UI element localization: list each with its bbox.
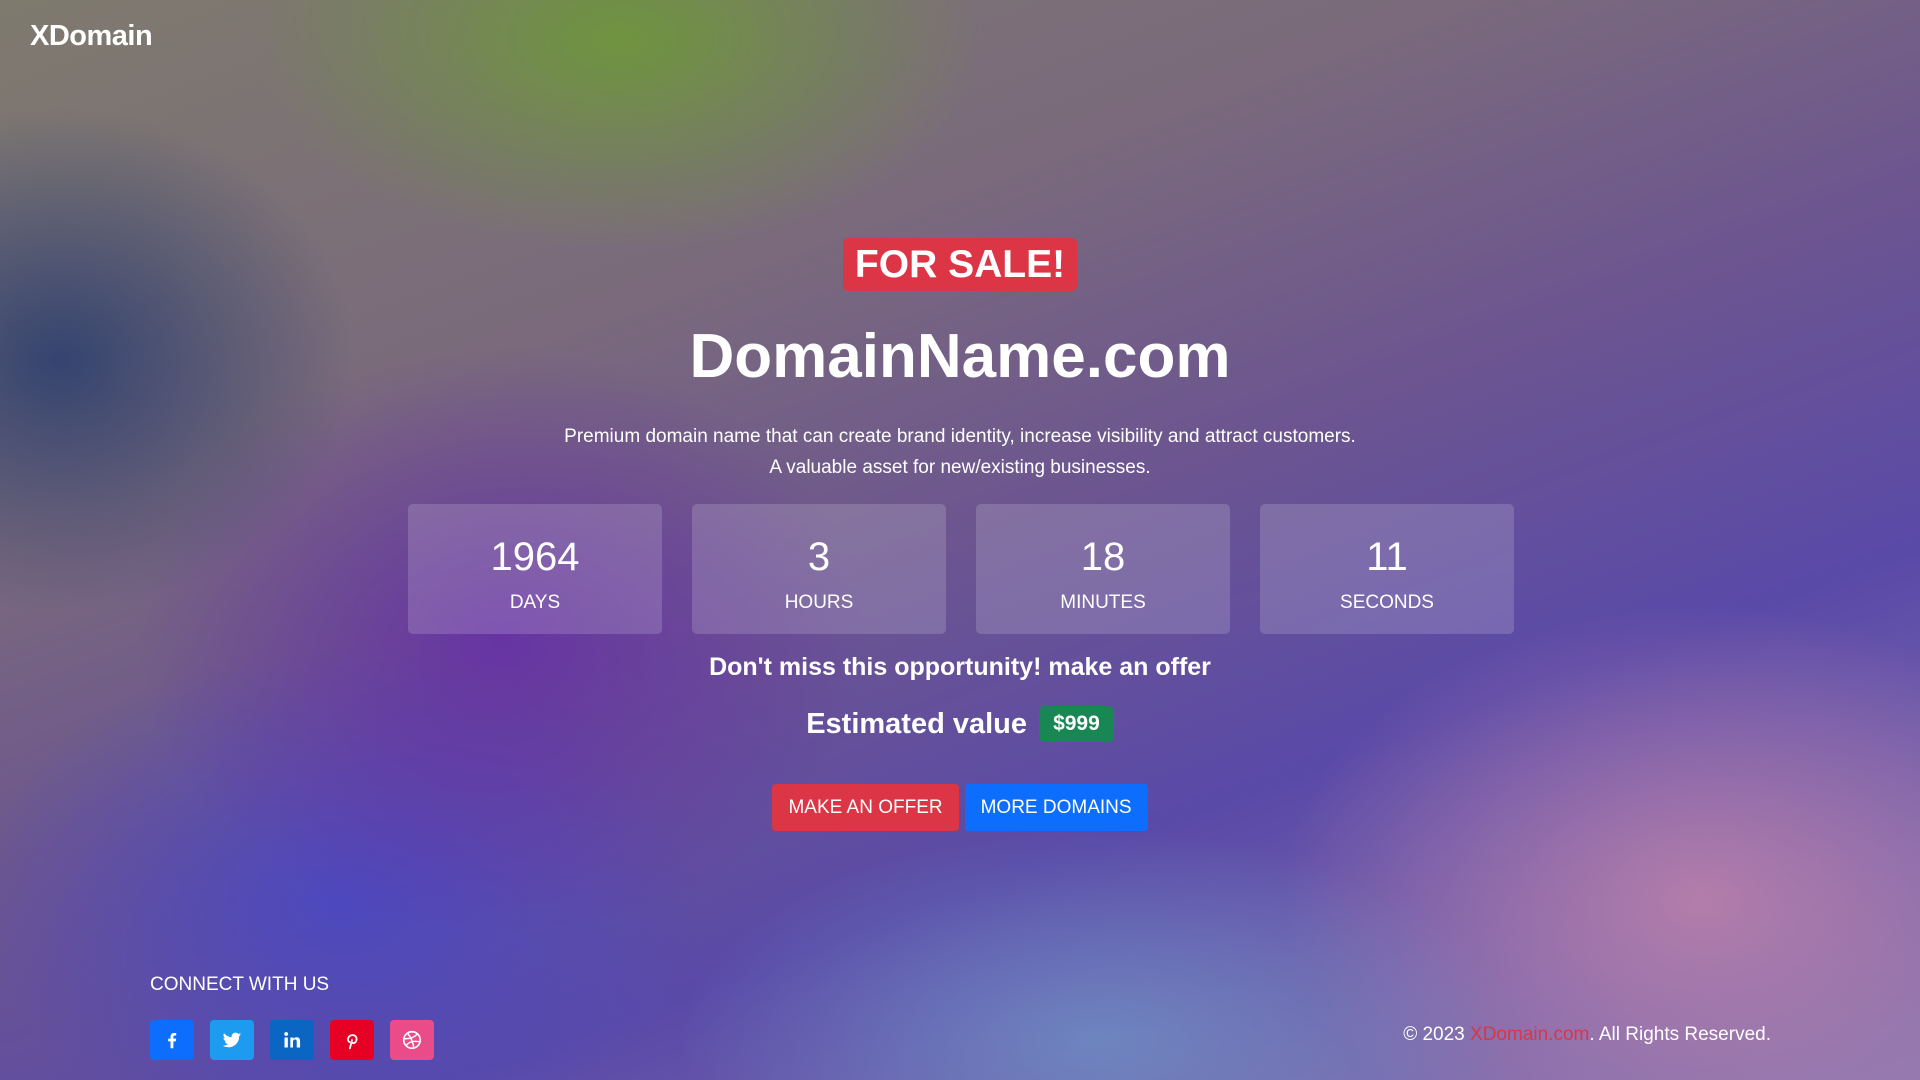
copyright-link[interactable]: XDomain.com	[1470, 1024, 1589, 1045]
countdown-hours: 3 HOURS	[692, 504, 946, 634]
copyright-notice: © 2023 XDomain.com. All Rights Reserved.	[1403, 1024, 1771, 1046]
countdown-seconds: 11 SECONDS	[1260, 504, 1514, 634]
countdown-minutes-value: 18	[1080, 535, 1126, 579]
action-buttons: MAKE AN OFFER MORE DOMAINS	[0, 784, 1920, 831]
twitter-link[interactable]	[210, 1020, 254, 1060]
domain-name-title: DomainName.com	[689, 322, 1231, 391]
connect-title: CONNECT WITH US	[150, 974, 330, 995]
domain-description: Premium domain name that can create bran…	[0, 421, 1920, 483]
site-logo[interactable]: XDomain	[30, 20, 153, 53]
countdown-minutes-label: MINUTES	[1060, 592, 1146, 613]
social-links	[150, 1020, 434, 1060]
linkedin-icon	[284, 1032, 301, 1048]
countdown-minutes: 18 MINUTES	[976, 504, 1230, 634]
countdown-hours-label: HOURS	[784, 592, 854, 613]
countdown-seconds-label: SECONDS	[1340, 592, 1434, 613]
copyright-prefix: © 2023	[1403, 1024, 1465, 1045]
facebook-icon	[168, 1032, 177, 1049]
more-domains-button[interactable]: MORE DOMAINS	[964, 784, 1148, 831]
countdown-timer: 1964 DAYS 3 HOURS 18 MINUTES 11 SECONDS	[408, 504, 1514, 634]
estimated-price-badge: $999	[1039, 706, 1114, 742]
countdown-hours-value: 3	[807, 535, 831, 579]
pinterest-icon	[347, 1034, 358, 1050]
description-line-2: A valuable asset for new/existing busine…	[769, 457, 1151, 478]
pinterest-link[interactable]	[330, 1020, 374, 1060]
twitter-icon	[222, 1032, 242, 1048]
copyright-suffix: . All Rights Reserved.	[1589, 1024, 1771, 1045]
make-offer-button[interactable]: MAKE AN OFFER	[772, 784, 959, 831]
description-line-1: Premium domain name that can create bran…	[564, 426, 1356, 447]
for-sale-badge: FOR SALE!	[842, 238, 1078, 291]
dribbble-icon	[402, 1030, 422, 1050]
countdown-days-label: DAYS	[509, 592, 561, 613]
offer-cta-text: Don't miss this opportunity! make an off…	[709, 653, 1211, 681]
countdown-days-value: 1964	[490, 535, 580, 579]
estimated-value-label: Estimated value	[806, 708, 1028, 740]
estimated-value: Estimated value $999	[0, 704, 1920, 744]
dribbble-link[interactable]	[390, 1020, 434, 1060]
hero-section: FOR SALE! DomainName.com Premium domain …	[0, 238, 1920, 483]
facebook-link[interactable]	[150, 1020, 194, 1060]
linkedin-link[interactable]	[270, 1020, 314, 1060]
countdown-seconds-value: 11	[1366, 535, 1408, 579]
countdown-days: 1964 DAYS	[408, 504, 662, 634]
